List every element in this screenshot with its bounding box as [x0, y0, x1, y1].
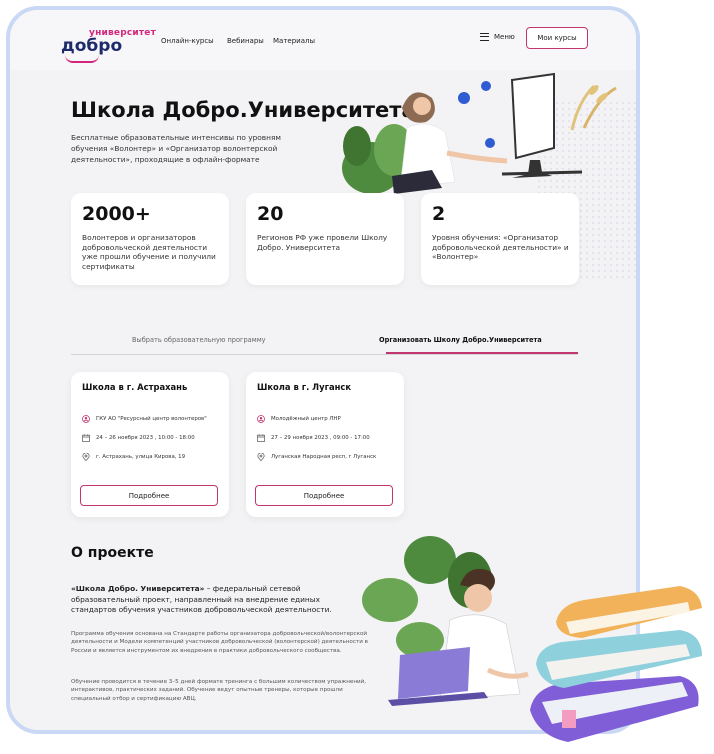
- person-icon: [82, 415, 90, 423]
- school-card[interactable]: Школа в г. Луганск Молодёжный центр ЛНР …: [246, 372, 404, 517]
- about-lead: «Школа Добро. Университета» – федеральны…: [71, 584, 341, 616]
- logo[interactable]: университет добро: [61, 28, 156, 63]
- stat-text: Волонтеров и организаторов добровольческ…: [82, 233, 216, 271]
- location-icon: [257, 453, 265, 461]
- hero-description: Бесплатные образовательные интенсивы по …: [71, 133, 281, 164]
- tab-choose-program[interactable]: Выбрать образовательную программу: [132, 336, 266, 344]
- more-button[interactable]: Подробнее: [80, 485, 218, 506]
- logo-main: добро: [61, 36, 123, 56]
- school-title: Школа в г. Луганск: [257, 382, 352, 392]
- school-dates: 24 – 26 ноября 2023 , 10:00 - 18:00: [82, 434, 195, 442]
- calendar-icon: [257, 434, 265, 442]
- nav-webinars[interactable]: Вебинары: [227, 37, 264, 45]
- stat-card: 2 Уровня обучения: «Организатор добровол…: [421, 193, 579, 285]
- school-organizer: ГКУ АО "Ресурсный центр волонтеров": [82, 415, 207, 423]
- stat-value: 20: [257, 203, 284, 225]
- school-dates: 27 – 29 ноября 2023 , 09:00 - 17:00: [257, 434, 370, 442]
- nav-materials[interactable]: Материалы: [273, 37, 315, 45]
- school-dates-text: 24 – 26 ноября 2023 , 10:00 - 18:00: [96, 435, 195, 441]
- stat-value: 2: [432, 203, 446, 225]
- stat-card: 2000+ Волонтеров и организаторов доброво…: [71, 193, 229, 285]
- stat-text: Регионов РФ уже провели Школу Добро. Уни…: [257, 233, 388, 252]
- tab-organize-school[interactable]: Организовать Школу Добро.Университета: [379, 336, 542, 344]
- menu-button[interactable]: Меню: [480, 33, 515, 41]
- logo-smile: [65, 55, 99, 63]
- stat-text: Уровня обучения: «Организатор добровольч…: [432, 233, 569, 261]
- more-button[interactable]: Подробнее: [255, 485, 393, 506]
- books-decoration: [530, 586, 702, 742]
- school-address-text: г. Астрахань, улица Кирова, 19: [96, 454, 186, 460]
- menu-label: Меню: [494, 33, 515, 41]
- school-address: г. Астрахань, улица Кирова, 19: [82, 453, 185, 461]
- about-paragraph: Программа обучения основана на Стандарте…: [71, 631, 368, 654]
- nav-online-courses[interactable]: Онлайн-курсы: [161, 37, 214, 45]
- school-org-text: Молодёжный центр ЛНР: [271, 416, 341, 422]
- active-tab-underline: [386, 352, 578, 354]
- location-icon: [82, 453, 90, 461]
- stat-card: 20 Регионов РФ уже провели Школу Добро. …: [246, 193, 404, 285]
- calendar-icon: [82, 434, 90, 442]
- about-lead-bold: «Школа Добро. Университета»: [71, 584, 205, 593]
- school-address: Луганская Народная респ, г Луганск: [257, 453, 376, 461]
- school-org-text: ГКУ АО "Ресурсный центр волонтеров": [96, 416, 207, 422]
- hero-illustration: [342, 72, 617, 194]
- person-icon: [257, 415, 265, 423]
- about-title: О проекте: [71, 545, 154, 561]
- my-courses-button[interactable]: Мои курсы: [526, 27, 588, 49]
- about-paragraph: Обучение проводится в течение 3–5 дней ф…: [71, 679, 367, 702]
- menu-icon: [480, 33, 489, 41]
- program-tabs: Выбрать образовательную программу Органи…: [71, 330, 578, 355]
- school-organizer: Молодёжный центр ЛНР: [257, 415, 341, 423]
- school-dates-text: 27 – 29 ноября 2023 , 09:00 - 17:00: [271, 435, 370, 441]
- school-card[interactable]: Школа в г. Астрахань ГКУ АО "Ресурсный ц…: [71, 372, 229, 517]
- stat-value: 2000+: [82, 203, 151, 225]
- school-title: Школа в г. Астрахань: [82, 382, 188, 392]
- site-header: университет добро Онлайн-курсы Вебинары …: [10, 10, 636, 70]
- school-address-text: Луганская Народная респ, г Луганск: [271, 454, 377, 460]
